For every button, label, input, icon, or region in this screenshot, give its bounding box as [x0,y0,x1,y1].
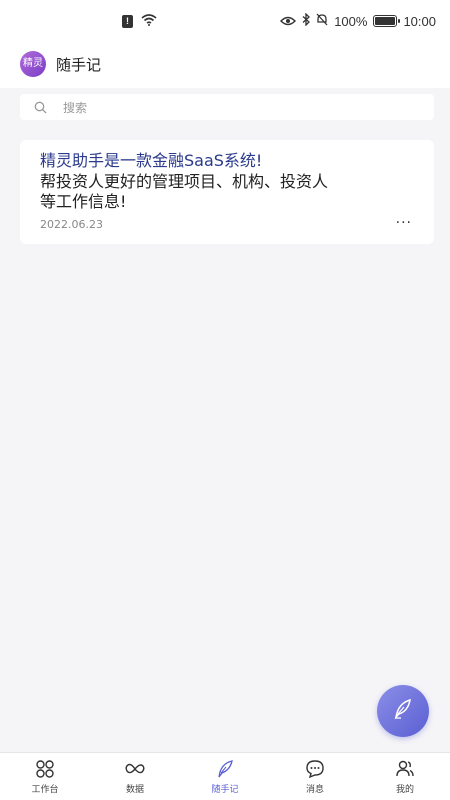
app-logo: 精灵 [20,51,46,77]
battery-percent: 100% [334,13,368,29]
page-title: 随手记 [56,55,102,74]
tab-label: 数据 [125,784,144,795]
app-header: 精灵 随手记 [0,40,450,88]
status-left: ! [122,14,157,29]
tab-workbench[interactable]: 工作台 [0,753,90,800]
note-title: 精灵助手是一款金融SaaS系统! [40,151,263,170]
chat-bubble-icon [305,759,325,779]
note-body: 帮投资人更好的管理项目、机构、投资人 等工作信息! [40,172,329,211]
mute-icon [316,13,328,29]
search-input[interactable]: 搜索 [20,94,434,120]
tab-messages[interactable]: 消息 [270,753,360,800]
workbench-grid-icon [35,759,55,779]
search-placeholder: 搜索 [63,100,88,115]
battery-fill [375,17,396,25]
tab-label: 我的 [395,784,414,795]
status-right: 100% 10:00 [280,12,436,29]
search-icon [34,101,47,114]
tab-label: 消息 [305,784,324,795]
bluetooth-icon [302,12,311,29]
tab-notes[interactable]: 随手记 [180,753,270,800]
tab-profile[interactable]: 我的 [360,753,450,800]
wifi-icon [141,14,157,29]
bottom-tab-bar: 工作台 数据 随手记 消息 我的 [0,752,450,800]
battery-icon [373,15,401,27]
note-date: 2022.06.23 [40,218,103,231]
new-note-button[interactable] [377,685,429,737]
sim-alert-icon: ! [122,15,133,28]
more-icon[interactable]: ··· [396,216,412,230]
tab-label: 随手记 [211,784,239,795]
feather-icon [215,759,235,779]
users-icon [395,759,415,779]
infinity-icon [124,759,146,779]
feather-pen-icon [391,697,415,725]
eye-icon [280,14,297,29]
note-card[interactable]: 精灵助手是一款金融SaaS系统! 帮投资人更好的管理项目、机构、投资人 等工作信… [20,140,434,244]
tab-label: 工作台 [31,784,59,795]
tab-data[interactable]: 数据 [90,753,180,800]
clock: 10:00 [403,13,436,29]
status-bar: ! 100% 10:00 [0,0,450,40]
